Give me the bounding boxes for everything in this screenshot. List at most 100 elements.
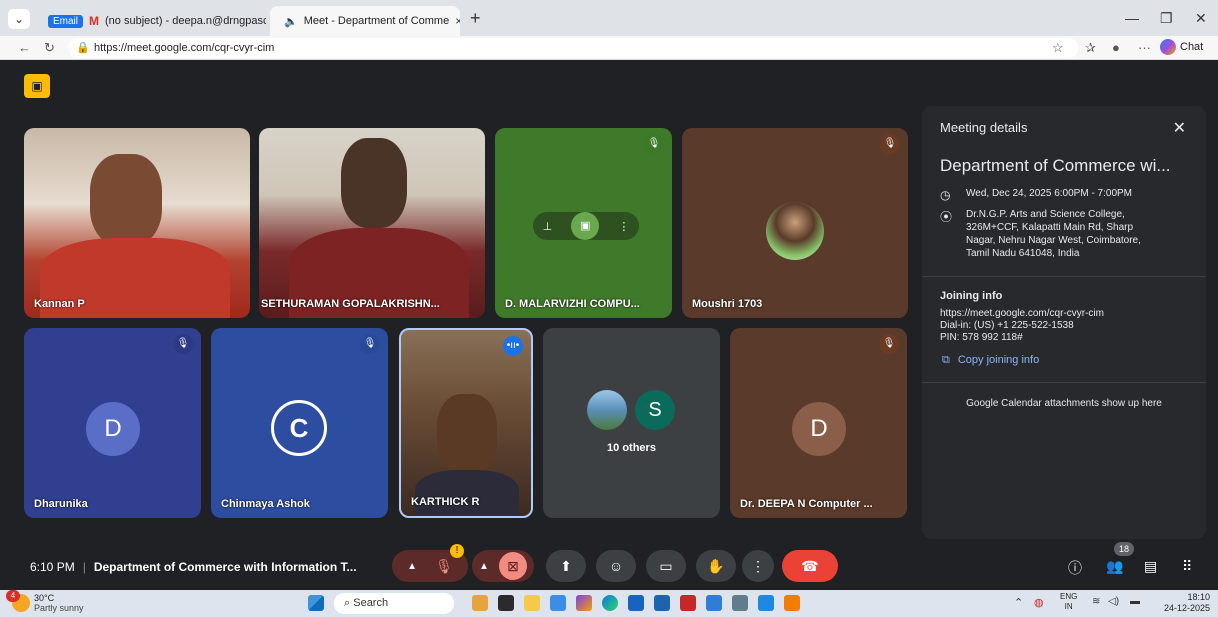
others-tile[interactable]: S 10 others: [543, 328, 720, 518]
more-options-button[interactable]: ⋮: [742, 550, 774, 582]
join-url[interactable]: https://meet.google.com/cqr-cvyr-cim: [940, 308, 1104, 319]
participant-tile[interactable]: SETHURAMAN GOPALAKRISHN...: [259, 128, 485, 318]
maximize-icon[interactable]: ❐: [1160, 10, 1173, 27]
chat-label: Chat: [1180, 41, 1204, 53]
new-tab-button[interactable]: +: [470, 8, 481, 29]
favorite-star-icon[interactable]: ☆: [1052, 40, 1064, 56]
minimize-icon[interactable]: —: [1125, 10, 1139, 26]
location-line: 326M+CCF, Kalapatti Main Rd, Sharp: [966, 222, 1134, 233]
file-explorer-icon[interactable]: [524, 595, 540, 611]
camera-off-notice-icon[interactable]: ▣: [24, 74, 50, 98]
muted-mic-icon: 🎙: [880, 134, 900, 154]
taskbar-search[interactable]: ⌕ Search: [334, 593, 454, 614]
tray-app-icon[interactable]: ◍: [1034, 596, 1044, 609]
tab-meet[interactable]: 🔈 Meet - Department of Comme ×: [270, 6, 460, 36]
camera-options-chevron-icon[interactable]: ▲: [479, 561, 489, 572]
search-label: Search: [353, 597, 389, 609]
store-app-icon[interactable]: [628, 595, 644, 611]
camera-off-icon[interactable]: ⊠: [498, 552, 527, 580]
outlook-app-icon[interactable]: [654, 595, 670, 611]
pin-icon[interactable]: ⊥: [543, 220, 553, 233]
muted-mic-icon: 🎙: [644, 134, 664, 154]
location-line: Nagar, Nehru Nagar West, Coimbatore,: [966, 235, 1141, 246]
tab-gmail[interactable]: Email M (no subject) - deepa.n@drngpasc.…: [40, 6, 266, 36]
mcafee-app-icon[interactable]: [680, 595, 696, 611]
region-code: IN: [1064, 602, 1073, 611]
participant-tile[interactable]: •ıı• KARTHICK R: [399, 328, 533, 518]
copilot-icon: [1160, 39, 1176, 55]
copilot-app-icon[interactable]: [576, 595, 592, 611]
back-icon[interactable]: ←: [18, 40, 31, 55]
copilot-chat-button[interactable]: Chat: [1160, 39, 1203, 55]
participant-tile[interactable]: Kannan P: [24, 128, 250, 318]
wifi-icon[interactable]: ≋: [1092, 596, 1100, 607]
favorites-icon[interactable]: ✰: [1085, 40, 1096, 56]
leave-call-button[interactable]: ☎: [782, 550, 838, 582]
url-field[interactable]: 🔒 https://meet.google.com/cqr-cvyr-cim: [68, 38, 1078, 58]
emoji-icon: ☺: [608, 558, 624, 574]
volume-icon[interactable]: ◁): [1108, 596, 1119, 607]
copy-joining-info-button[interactable]: ⧉ Copy joining info: [942, 354, 1039, 367]
participant-name: Chinmaya Ashok: [221, 498, 310, 510]
participant-tile[interactable]: 🎙 C Chinmaya Ashok: [211, 328, 388, 518]
tab-list-chevron-icon[interactable]: ⌄: [8, 9, 30, 29]
audio-playing-icon[interactable]: 🔈: [284, 15, 298, 28]
start-icon[interactable]: [308, 595, 324, 611]
more-menu-icon[interactable]: ···: [1138, 40, 1151, 55]
settings-app-icon[interactable]: [732, 595, 748, 611]
frame-icon[interactable]: ▣: [571, 212, 600, 240]
snipping-app-icon[interactable]: [784, 595, 800, 611]
drive-app-icon[interactable]: [758, 595, 774, 611]
people-icon[interactable]: 👥: [1106, 558, 1123, 575]
tile-hover-controls: ⊥ ▣ ⋮: [533, 212, 639, 240]
initial-avatar: D: [86, 402, 140, 456]
muted-mic-icon: 🎙: [173, 334, 193, 354]
initial-avatar: C: [271, 400, 327, 456]
close-window-icon[interactable]: ✕: [1195, 10, 1207, 27]
mic-off-icon[interactable]: 🎙: [435, 558, 453, 575]
lang-code: ENG: [1060, 592, 1078, 601]
participant-tile[interactable]: 🎙 ⊥ ▣ ⋮ D. MALARVIZHI COMPU...: [495, 128, 672, 318]
mail-app-icon[interactable]: [706, 595, 722, 611]
reactions-button[interactable]: ☺: [596, 550, 636, 582]
others-count-label: 10 others: [607, 442, 656, 454]
edge-browser-icon[interactable]: [602, 595, 618, 611]
system-clock[interactable]: 18:10 24-12-2025: [1156, 592, 1210, 614]
raise-hand-button[interactable]: ✋: [696, 550, 736, 582]
clock-time: 18:10: [1187, 592, 1210, 602]
tab-group-badge[interactable]: Email: [48, 14, 84, 28]
url-text: https://meet.google.com/cqr-cvyr-cim: [94, 42, 275, 54]
show-hidden-icons-icon[interactable]: ⌃: [1014, 596, 1023, 609]
captions-button[interactable]: ▭: [646, 550, 686, 582]
mic-options-chevron-icon[interactable]: ▲: [407, 561, 417, 572]
meeting-details-info-icon[interactable]: ⓘ: [1068, 558, 1082, 578]
participant-tile[interactable]: 🎙 D Dharunika: [24, 328, 201, 518]
present-screen-button[interactable]: ⬆: [546, 550, 586, 582]
more-options-icon[interactable]: ⋮: [618, 220, 629, 233]
taskview-app-icon[interactable]: [498, 595, 514, 611]
battery-icon[interactable]: ▬: [1130, 596, 1140, 607]
close-panel-icon[interactable]: ✕: [1173, 118, 1186, 138]
photos-app-icon[interactable]: [550, 595, 566, 611]
participant-name: Dr. DEEPA N Computer ...: [740, 498, 873, 510]
camera-control[interactable]: ▲ ⊠: [472, 550, 534, 582]
site-info-icon[interactable]: 🔒: [76, 38, 90, 58]
meeting-datetime: Wed, Dec 24, 2025 6:00PM - 7:00PM: [966, 188, 1133, 199]
microphone-control[interactable]: ▲ 🎙 !: [392, 544, 468, 582]
video-feed: [341, 138, 407, 228]
participant-tile[interactable]: 🎙 D Dr. DEEPA N Computer ...: [730, 328, 907, 518]
widgets-app-icon[interactable]: [472, 595, 488, 611]
location-pin-icon: ⦿: [940, 210, 953, 224]
profile-icon[interactable]: ●: [1112, 40, 1120, 55]
participant-tile[interactable]: 🎙 Moushri 1703: [682, 128, 908, 318]
chat-icon[interactable]: ▤: [1144, 558, 1157, 575]
weather-alert-badge: 4: [6, 590, 20, 602]
reload-icon[interactable]: ↻: [44, 40, 55, 56]
close-tab-icon[interactable]: ×: [455, 14, 460, 28]
weather-widget[interactable]: 30°C Partly sunny: [34, 593, 84, 613]
activities-icon[interactable]: ⠿: [1182, 558, 1192, 575]
language-indicator[interactable]: ENG IN: [1060, 592, 1077, 612]
participant-name: Dharunika: [34, 498, 88, 510]
search-icon: ⌕: [344, 597, 351, 609]
copy-icon: ⧉: [942, 354, 950, 366]
